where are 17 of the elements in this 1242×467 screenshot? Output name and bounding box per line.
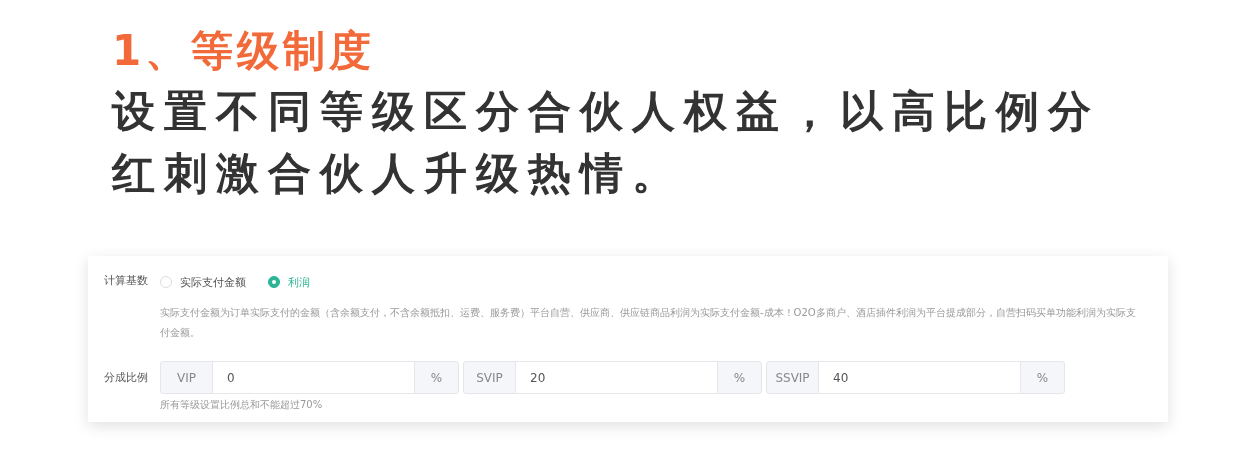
input-suffix: % (414, 361, 459, 394)
input-prefix: VIP (160, 361, 213, 394)
help-text: 实际支付金额为订单实际支付的金额（含余额支付，不含余额抵扣、运费、服务费）平台自营、供应商、供应链商品利润为实际支付金额-成本！O2O多商户、酒店插件利润为平台提成部分，自营扫码买单功能利润为实际支付金额。 (160, 306, 1137, 340)
input-prefix: SSVIP (766, 361, 819, 394)
description-line: 设置不同等级区分合伙人权益，以高比例分 (112, 85, 1101, 138)
radio-option[interactable]: 实际支付金额 (160, 274, 246, 290)
description-line: 红刺激合伙人升级热情。 (112, 147, 685, 200)
input-suffix: % (717, 361, 762, 394)
input-field[interactable]: 40 (819, 361, 1020, 394)
field-label: 分成比例 (103, 370, 149, 386)
input-field[interactable]: 0 (213, 361, 414, 394)
input-prefix: SVIP (463, 361, 516, 394)
input-suffix: % (1020, 361, 1065, 394)
input-field[interactable]: 20 (516, 361, 717, 394)
hint-text: 所有等级设置比例总和不能超过70% (160, 398, 324, 412)
heading: 1、等级制度 (112, 25, 377, 77)
field-label: 计算基数 (103, 273, 149, 289)
